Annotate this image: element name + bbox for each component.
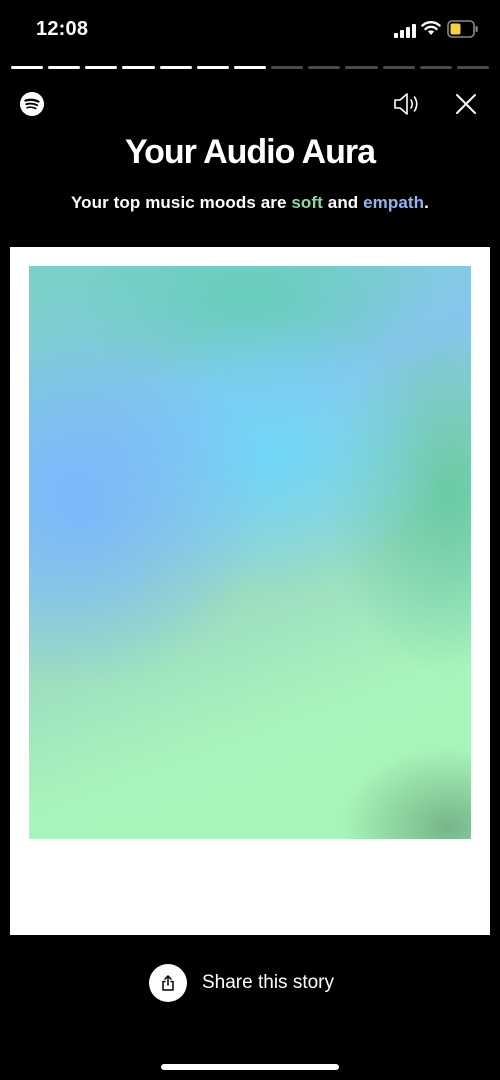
progress-segment (345, 66, 378, 69)
share-story-button[interactable]: Share this story (149, 964, 334, 1002)
share-label: Share this story (202, 972, 334, 993)
home-indicator (161, 1064, 339, 1070)
progress-segment (419, 66, 452, 69)
progress-segment (196, 66, 229, 69)
signal-icon (394, 24, 416, 38)
share-icon-button[interactable] (149, 964, 187, 1002)
share-icon (162, 975, 174, 991)
mood-soft-label: soft (291, 193, 323, 212)
progress-segment (122, 66, 155, 69)
story-progress (11, 66, 490, 69)
subtitle-middle: and (322, 193, 364, 212)
progress-segment (308, 66, 341, 69)
subtitle-prefix: Your top music moods are (70, 193, 292, 212)
progress-segment (85, 66, 118, 69)
progress-segment (48, 66, 81, 69)
mood-empath-label: empath (363, 193, 425, 212)
story-title: Your Audio Aura (124, 133, 376, 171)
subtitle-suffix: . (424, 193, 429, 212)
progress-segment (382, 66, 415, 69)
progress-segment (271, 66, 304, 69)
status-time: 12:08 (36, 18, 89, 40)
spotify-icon (20, 92, 44, 116)
wifi-icon (421, 21, 441, 35)
speaker-icon[interactable] (392, 90, 424, 118)
battery-icon (447, 20, 478, 38)
aura-gradient-image (29, 266, 471, 839)
story-subtitle: Your top music moods are soft and empath… (0, 193, 500, 213)
progress-segment (11, 66, 44, 69)
aura-card (10, 247, 490, 935)
progress-segment (233, 66, 267, 69)
progress-segment (159, 66, 192, 69)
close-icon[interactable] (454, 92, 478, 116)
status-bar: 12:08 (0, 0, 500, 60)
progress-segment (456, 66, 490, 69)
